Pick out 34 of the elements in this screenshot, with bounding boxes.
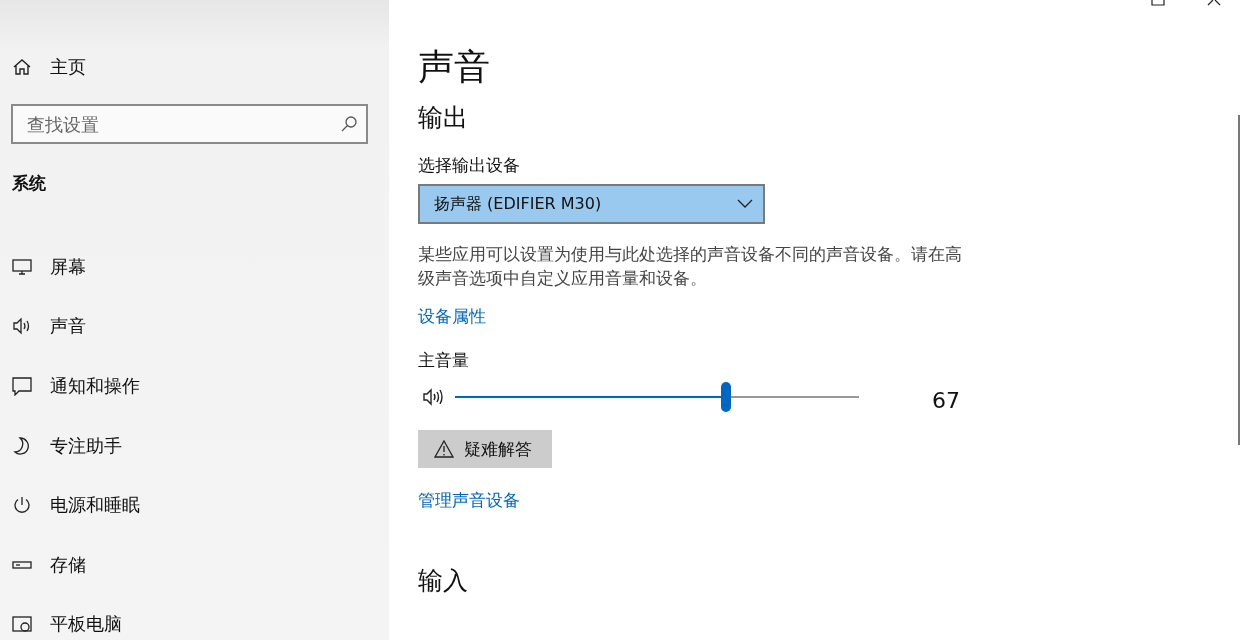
search-field[interactable]: 查找设置 xyxy=(11,104,368,144)
troubleshoot-button[interactable]: 疑难解答 xyxy=(418,430,552,468)
section-heading: 输入 xyxy=(418,565,468,597)
manage-sound-devices-link[interactable]: 管理声音设备 xyxy=(418,488,520,512)
home-nav-item[interactable]: 主页 xyxy=(0,52,389,82)
slider-thumb[interactable] xyxy=(720,382,731,412)
speech-bubble-icon xyxy=(12,376,32,396)
warning-icon xyxy=(434,440,454,458)
speaker-icon xyxy=(12,316,32,337)
home-icon xyxy=(12,57,32,77)
sidebar-item[interactable]: 专注助手 xyxy=(0,415,389,476)
sidebar-item[interactable]: 存储 xyxy=(0,534,389,595)
monitor-icon xyxy=(12,256,32,277)
power-icon xyxy=(12,495,32,516)
search-icon xyxy=(340,115,358,133)
tablet-icon xyxy=(12,614,32,635)
moon-icon xyxy=(12,435,32,456)
sidebar-item[interactable]: 声音 xyxy=(0,296,389,357)
volume-value: 67 xyxy=(932,387,960,413)
page-title: 声音 xyxy=(418,45,490,89)
sidebar-item[interactable]: 屏幕 xyxy=(0,237,389,297)
sidebar-item[interactable]: 通知和操作 xyxy=(0,356,389,416)
field-label: 选择输出设备 xyxy=(418,154,520,177)
description-text: 某些应用可以设置为使用与此处选择的声音设备不同的声音设备。请在高级声音选项中自定义应用音量和设备。 xyxy=(418,243,963,290)
field-label: 主音量 xyxy=(418,349,469,372)
section-heading: 输出 xyxy=(418,102,468,134)
section-heading: 系统 xyxy=(11,172,47,195)
device-properties-link[interactable]: 设备属性 xyxy=(418,304,486,328)
chevron-down-icon xyxy=(737,199,753,209)
scrollbar[interactable] xyxy=(1238,115,1240,445)
sidebar-item[interactable]: 平板电脑 xyxy=(0,594,389,640)
volume-slider[interactable] xyxy=(455,382,859,412)
sidebar-item[interactable]: 电源和睡眠 xyxy=(0,475,389,535)
output-device-dropdown[interactable]: 扬声器 (EDIFIER M30) xyxy=(418,184,765,224)
